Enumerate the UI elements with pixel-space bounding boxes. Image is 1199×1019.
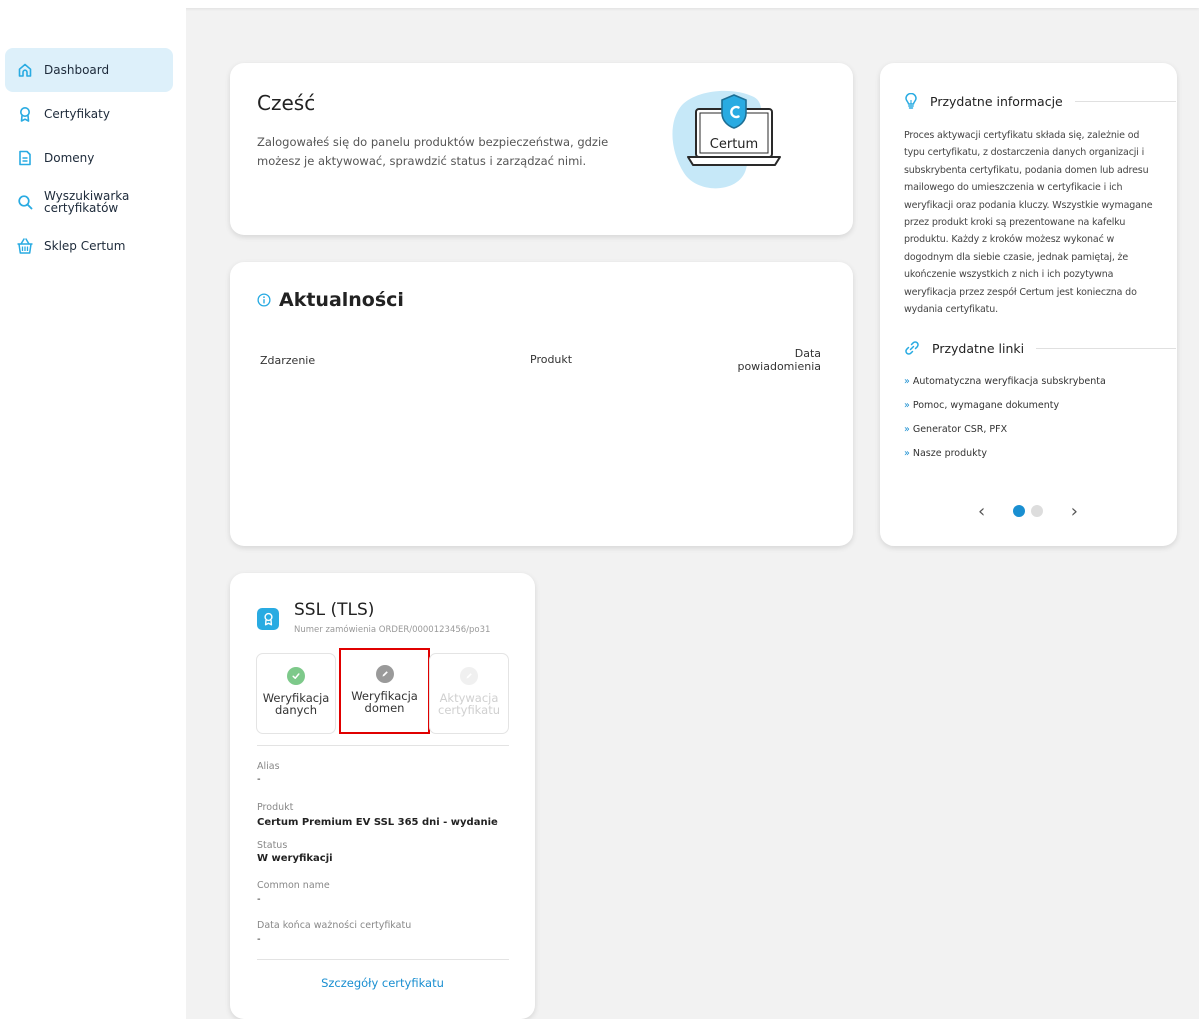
link-subscriber-verification[interactable]: » Automatyczna weryfikacja subskrybenta: [904, 376, 1106, 387]
certificate-details-link[interactable]: Szczegóły certyfikatu: [230, 976, 535, 990]
link-marker: »: [904, 448, 910, 459]
link-marker: »: [904, 424, 910, 435]
sidebar-item-dashboard[interactable]: Dashboard: [5, 48, 173, 92]
info-icon: [257, 293, 271, 307]
link-marker: »: [904, 376, 910, 387]
expiry-date-label: Data końca ważności certyfikatu: [257, 920, 412, 931]
links-title: Przydatne linki: [932, 340, 1025, 356]
carousel-dot[interactable]: [1031, 505, 1043, 517]
sidebar-item-label: Sklep Certum: [44, 239, 126, 253]
sidebar-item-label: Wyszukiwarka certyfikatów: [44, 190, 129, 214]
check-icon: [287, 667, 305, 685]
sidebar-item-shop[interactable]: Sklep Certum: [5, 224, 173, 268]
sidebar-item-certificates[interactable]: Certyfikaty: [5, 92, 173, 136]
product-label: Produkt: [257, 802, 294, 813]
alias-label: Alias: [257, 761, 280, 772]
column-header-event: Zdarzenie: [260, 354, 316, 367]
links-header: Przydatne linki: [904, 340, 1176, 356]
carousel-dots: [1013, 505, 1043, 517]
step-domain-verification[interactable]: Weryfikacja domen: [339, 648, 430, 734]
carousel-next-button[interactable]: ›: [1071, 501, 1078, 522]
certum-laptop-illustration: Certum: [668, 85, 788, 197]
link-icon: [904, 340, 920, 356]
basket-icon: [16, 237, 34, 255]
document-icon: [16, 149, 34, 167]
carousel-dot-active[interactable]: [1013, 505, 1025, 517]
welcome-card: Cześć Zalogowałeś się do panelu produktó…: [230, 63, 853, 235]
header-divider: [1036, 347, 1176, 349]
top-bar: [0, 0, 1199, 8]
divider: [257, 959, 509, 960]
link-help-documents[interactable]: » Pomoc, wymagane dokumenty: [904, 400, 1059, 411]
link-text: Nasze produkty: [912, 448, 988, 459]
step-certificate-activation: Aktywacja certyfikatu: [429, 653, 509, 734]
sidebar-item-certificate-search[interactable]: Wyszukiwarka certyfikatów: [5, 180, 173, 224]
sidebar-item-label: Dashboard: [44, 63, 110, 77]
info-text: Proces aktywacji certyfikatu składa się,…: [904, 130, 1153, 316]
pencil-icon: [375, 665, 394, 683]
link-csr-generator[interactable]: » Generator CSR, PFX: [904, 424, 1007, 435]
link-text: Automatyczna weryfikacja subskrybenta: [912, 376, 1106, 387]
product-card: SSL (TLS) Numer zamówienia ORDER/0000123…: [230, 573, 535, 1019]
sidebar-item-label: Domeny: [44, 151, 95, 165]
info-header: Przydatne informacje: [904, 93, 1176, 109]
step-label-line-2: certyfikatu: [438, 703, 500, 717]
sidebar-item-label: Certyfikaty: [44, 107, 110, 121]
column-header-product: Produkt: [530, 353, 573, 366]
step-label-line-2: domen: [364, 701, 405, 715]
divider: [257, 745, 509, 746]
certificate-badge-icon: [257, 608, 279, 630]
common-name-label: Common name: [257, 880, 330, 891]
news-card: Aktualności Zdarzenie Produkt Data powia…: [230, 262, 853, 546]
sidebar-item-domains[interactable]: Domeny: [5, 136, 173, 180]
award-icon: [16, 105, 34, 123]
link-text: Pomoc, wymagane dokumenty: [912, 400, 1060, 411]
link-text: Generator CSR, PFX: [912, 424, 1008, 435]
column-header-date-line-1: Data: [794, 347, 821, 360]
order-number: Numer zamówienia ORDER/0000123456/po31: [294, 625, 491, 635]
welcome-title: Cześć: [257, 91, 316, 115]
status-value: W weryfikacji: [257, 853, 333, 864]
product-title: SSL (TLS): [294, 600, 375, 620]
column-header-date-line-2: powiadomienia: [737, 360, 821, 373]
lightbulb-icon: [904, 93, 918, 109]
news-title: Aktualności: [257, 289, 404, 311]
carousel-controls: ‹ ›: [978, 501, 1078, 522]
status-label: Status: [257, 840, 288, 851]
pencil-icon: [460, 667, 478, 685]
carousel-prev-button[interactable]: ‹: [978, 501, 985, 522]
label-line-2: certyfikatów: [44, 201, 119, 215]
step-label-line-2: danych: [274, 703, 318, 717]
certum-logo-text: Certum: [710, 137, 758, 152]
info-title: Przydatne informacje: [930, 93, 1063, 109]
news-title-text: Aktualności: [279, 289, 404, 311]
common-name-value: -: [257, 894, 261, 905]
column-header-date: Data powiadomienia: [737, 347, 821, 373]
step-data-verification[interactable]: Weryfikacja danych: [256, 653, 336, 734]
search-icon: [16, 193, 34, 211]
link-marker: »: [904, 400, 910, 411]
product-value: Certum Premium EV SSL 365 dni - wydanie: [257, 817, 498, 828]
info-card: Przydatne informacje Proces aktywacji ce…: [880, 63, 1177, 546]
welcome-text: Zalogowałeś się do panelu produktów bezp…: [257, 135, 609, 168]
expiry-date-value: -: [257, 934, 261, 945]
link-our-products[interactable]: » Nasze produkty: [904, 448, 987, 459]
sidebar: Dashboard Certyfikaty Domeny Wyszukiwark…: [0, 8, 186, 1019]
alias-value: -: [257, 774, 261, 785]
header-divider: [1074, 100, 1176, 102]
home-icon: [16, 61, 34, 79]
